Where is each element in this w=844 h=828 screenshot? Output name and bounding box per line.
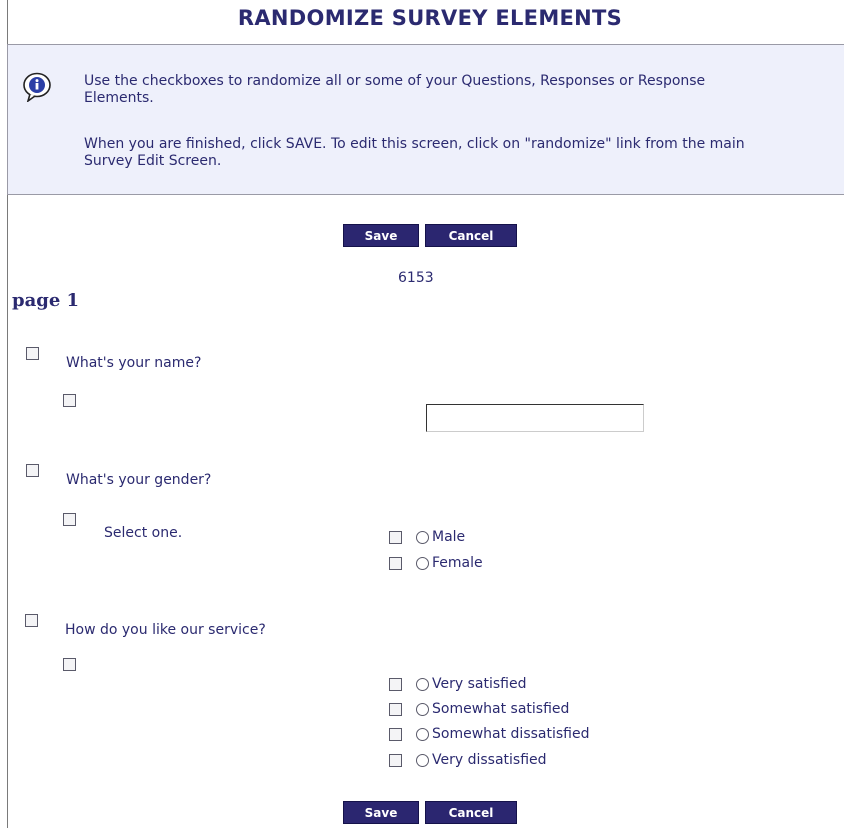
option-label: Very dissatisfied [432,752,547,768]
element-randomize-checkbox[interactable] [389,557,402,570]
question-randomize-checkbox[interactable] [25,614,38,627]
page-label: page 1 [12,290,80,311]
response-randomize-checkbox[interactable] [63,513,76,526]
question-text: What's your name? [66,355,202,371]
save-button[interactable]: Save [343,224,419,247]
name-input[interactable] [426,404,644,432]
option-radio[interactable] [416,678,429,691]
page-title: RANDOMIZE SURVEY ELEMENTS [237,6,623,30]
element-randomize-checkbox[interactable] [389,531,402,544]
option-label: Somewhat dissatisfied [432,726,590,742]
question-text: How do you like our service? [65,622,266,638]
survey-id: 6153 [398,270,434,286]
info-text-2: When you are finished, click SAVE. To ed… [84,136,745,169]
element-randomize-checkbox[interactable] [389,703,402,716]
question-randomize-checkbox[interactable] [26,347,39,360]
option-radio[interactable] [416,728,429,741]
option-radio[interactable] [416,703,429,716]
element-randomize-checkbox[interactable] [389,754,402,767]
info-panel [7,44,844,195]
response-randomize-checkbox[interactable] [63,394,76,407]
question-instruction: Select one. [104,525,183,541]
option-radio[interactable] [416,557,429,570]
response-randomize-checkbox[interactable] [63,658,76,671]
element-randomize-checkbox[interactable] [389,728,402,741]
info-icon [23,72,51,102]
option-label: Very satisfied [432,676,527,692]
option-label: Somewhat satisfied [432,701,570,717]
option-label: Male [432,529,466,545]
save-button[interactable]: Save [343,801,419,824]
option-label: Female [432,555,483,571]
option-radio[interactable] [416,754,429,767]
cancel-button[interactable]: Cancel [425,224,517,247]
question-randomize-checkbox[interactable] [26,464,39,477]
element-randomize-checkbox[interactable] [389,678,402,691]
cancel-button[interactable]: Cancel [425,801,517,824]
option-radio[interactable] [416,531,429,544]
info-text-1: Use the checkboxes to randomize all or s… [84,73,706,106]
question-text: What's your gender? [66,472,212,488]
